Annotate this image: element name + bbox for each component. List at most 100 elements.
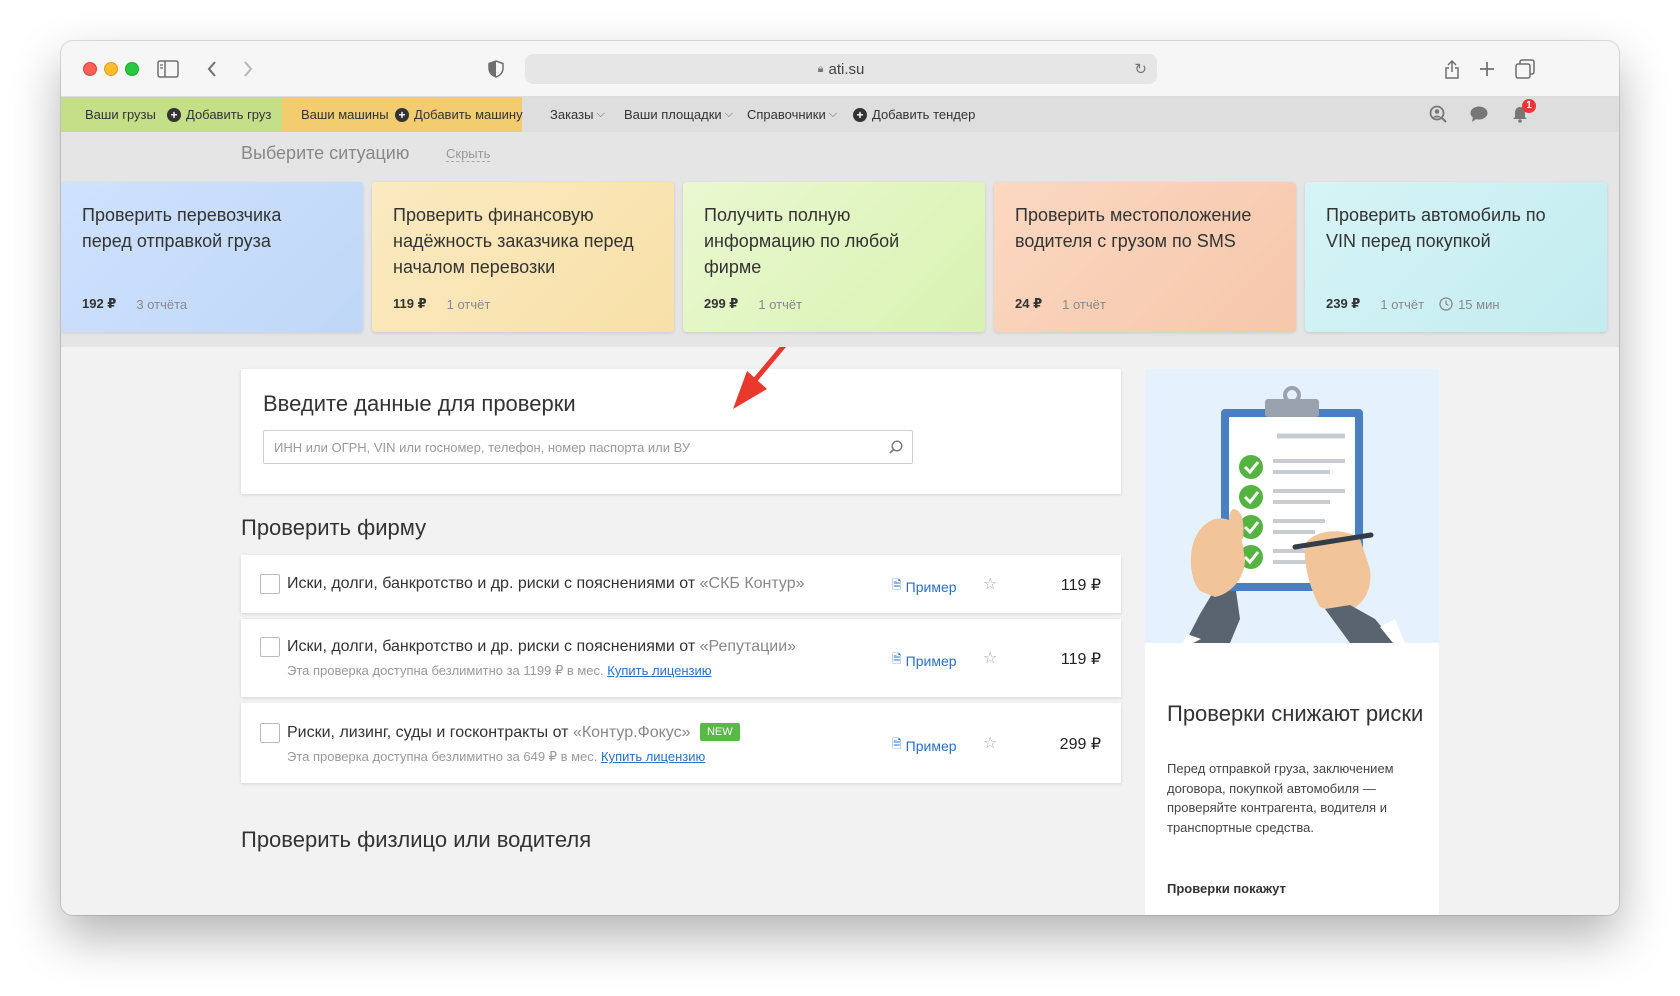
plus-icon: + xyxy=(853,107,867,122)
reload-icon[interactable]: ↻ xyxy=(1134,60,1147,78)
nav-orders[interactable]: Заказы ⌵ xyxy=(550,97,605,132)
nav-add-cargo[interactable]: + Добавить груз xyxy=(167,97,271,132)
situation-card-driver-location[interactable]: Проверить местоположение водителя с груз… xyxy=(994,182,1296,332)
document-icon: 🗎︎ xyxy=(892,578,902,592)
firm-check-source: «СКБ Контур» xyxy=(699,575,805,592)
zoom-window-button[interactable] xyxy=(125,62,139,76)
firm-check-subtitle: Эта проверка доступна безлимитно за 649 … xyxy=(287,749,705,765)
nav-your-cargo-label: Ваши грузы xyxy=(85,107,156,122)
star-icon[interactable]: ☆ xyxy=(983,574,997,594)
new-badge: NEW xyxy=(699,723,740,741)
buy-license-link[interactable]: Купить лицензию xyxy=(601,749,705,764)
situation-card-meta: 299 ₽ 1 отчёт xyxy=(704,296,802,312)
check-search-input[interactable] xyxy=(263,430,913,464)
situation-card-title: Проверить перевозчика перед отправкой гр… xyxy=(82,205,282,251)
share-icon[interactable] xyxy=(1440,57,1464,81)
search-title: Введите данные для проверки xyxy=(263,391,576,416)
notifications-icon[interactable]: 1 xyxy=(1510,99,1536,124)
firm-check-subtitle-text: Эта проверка доступна безлимитно за 649 … xyxy=(287,749,598,764)
close-window-button[interactable] xyxy=(83,62,97,76)
situation-card-vin-check[interactable]: Проверить автомобиль по VIN перед покупк… xyxy=(1305,182,1607,332)
back-icon[interactable] xyxy=(200,57,224,81)
firm-check-row: Иски, долги, банкротство и др. риски с п… xyxy=(241,619,1121,697)
minimize-window-button[interactable] xyxy=(104,62,118,76)
nav-add-truck[interactable]: + Добавить машину xyxy=(395,97,523,132)
privacy-shield-icon[interactable] xyxy=(484,57,508,81)
info-sidebar: Проверки снижают риски Перед отправкой г… xyxy=(1145,369,1439,915)
nav-references-label: Справочники xyxy=(747,107,826,122)
example-link-label: Пример xyxy=(905,652,957,669)
firm-check-title: Иски, долги, банкротство и др. риски с п… xyxy=(287,638,796,656)
situation-title: Выберите ситуацию xyxy=(241,143,410,163)
firm-check-title-text: Иски, долги, банкротство и др. риски с п… xyxy=(287,638,696,655)
nav-add-truck-label: Добавить машину xyxy=(414,107,523,122)
situation-card-reports: 1 отчёт xyxy=(758,296,803,312)
example-link-label: Пример xyxy=(905,578,957,595)
nav-platforms-label: Ваши площадки xyxy=(624,107,722,122)
situation-card-time: 15 мин xyxy=(1439,296,1500,312)
nav-your-cargo[interactable]: Ваши грузы xyxy=(85,97,156,132)
situation-card-meta: 24 ₽ 1 отчёт xyxy=(1015,296,1106,312)
plus-icon: + xyxy=(395,107,409,122)
situation-card-time-label: 15 мин xyxy=(1458,296,1500,312)
example-link[interactable]: 🗎︎ Пример xyxy=(892,650,957,671)
search-panel: Введите данные для проверки xyxy=(241,369,1121,494)
example-link[interactable]: 🗎︎ Пример xyxy=(892,576,957,597)
browser-titlebar: 🔒︎ ati.su ↻ xyxy=(61,41,1619,97)
firm-check-price: 299 ₽ xyxy=(1059,736,1101,753)
browser-window: 🔒︎ ati.su ↻ Ваши грузы + Добавить груз Ва… xyxy=(61,41,1619,915)
user-search-icon[interactable] xyxy=(1428,104,1448,124)
person-section-title: Проверить физлицо или водителя xyxy=(241,827,592,852)
nav-add-tender-label: Добавить тендер xyxy=(872,107,976,122)
firm-check-checkbox[interactable] xyxy=(260,637,280,657)
firm-check-subtitle: Эта проверка доступна безлимитно за 1199… xyxy=(287,663,712,679)
situation-card-customer[interactable]: Проверить финансовую надёжность заказчик… xyxy=(372,182,674,332)
lock-icon: 🔒︎ xyxy=(817,62,824,75)
document-icon: 🗎︎ xyxy=(892,652,902,666)
search-icon[interactable] xyxy=(888,439,904,455)
nav-references[interactable]: Справочники ⌵ xyxy=(747,97,837,132)
star-icon[interactable]: ☆ xyxy=(983,733,997,753)
nav-platforms[interactable]: Ваши площадки ⌵ xyxy=(624,97,733,132)
situation-card-meta: 192 ₽ 3 отчёта xyxy=(82,296,187,312)
nav-your-trucks[interactable]: Ваши машины xyxy=(301,97,389,132)
firm-check-checkbox[interactable] xyxy=(260,574,280,594)
main-content: Введите данные для проверки Проверить фи… xyxy=(61,347,1619,915)
example-link[interactable]: 🗎︎ Пример xyxy=(892,735,957,756)
firm-check-source: «Репутации» xyxy=(699,638,797,655)
firm-check-title-text: Иски, долги, банкротство и др. риски с п… xyxy=(287,575,696,592)
chat-icon[interactable] xyxy=(1469,104,1489,124)
firm-check-title-text: Риски, лизинг, суды и госконтракты от xyxy=(287,724,569,741)
situation-section: Выберите ситуацию Скрыть Проверить перев… xyxy=(61,132,1619,347)
nav-orders-label: Заказы xyxy=(550,107,594,122)
sidebar-text: Перед отправкой груза, заключением догов… xyxy=(1167,761,1394,835)
firm-check-row: Иски, долги, банкротство и др. риски с п… xyxy=(241,555,1121,613)
chevron-down-icon: ⌵ xyxy=(724,108,734,120)
situation-card-reports: 1 отчёт xyxy=(446,296,491,312)
sidebar-toggle-icon[interactable] xyxy=(156,57,180,81)
firm-check-subtitle-text: Эта проверка доступна безлимитно за 1199… xyxy=(287,663,604,678)
situation-card-carrier[interactable]: Проверить перевозчика перед отправкой гр… xyxy=(61,182,363,332)
hide-situation-link[interactable]: Скрыть xyxy=(446,146,491,162)
firm-check-checkbox[interactable] xyxy=(260,723,280,743)
situation-card-price: 299 ₽ xyxy=(704,296,739,311)
address-bar[interactable]: 🔒︎ ati.su ↻ xyxy=(525,54,1157,84)
forward-icon[interactable] xyxy=(236,57,260,81)
situation-card-title: Получить полную информацию по любой фирм… xyxy=(704,205,900,277)
firm-check-row: Риски, лизинг, суды и госконтракты от «К… xyxy=(241,703,1121,783)
situation-card-reports: 3 отчёта xyxy=(136,296,188,312)
nav-add-tender[interactable]: + Добавить тендер xyxy=(853,97,975,132)
firm-check-source: «Контур.Фокус» xyxy=(572,724,691,741)
buy-license-link[interactable]: Купить лицензию xyxy=(607,663,711,678)
situation-card-reports: 1 отчёт xyxy=(1062,296,1106,312)
new-tab-icon[interactable] xyxy=(1475,57,1499,81)
situation-card-reports: 1 отчёт xyxy=(1380,296,1425,312)
firm-section-title: Проверить фирму xyxy=(241,515,427,540)
situation-card-meta: 119 ₽ 1 отчёт xyxy=(393,296,490,312)
situation-card-price: 192 ₽ xyxy=(82,296,117,311)
situation-card-firm-info[interactable]: Получить полную информацию по любой фирм… xyxy=(683,182,985,332)
clock-icon xyxy=(1439,297,1453,311)
tab-overview-icon[interactable] xyxy=(1513,57,1537,81)
star-icon[interactable]: ☆ xyxy=(983,648,997,668)
url-text: ati.su xyxy=(828,60,865,78)
